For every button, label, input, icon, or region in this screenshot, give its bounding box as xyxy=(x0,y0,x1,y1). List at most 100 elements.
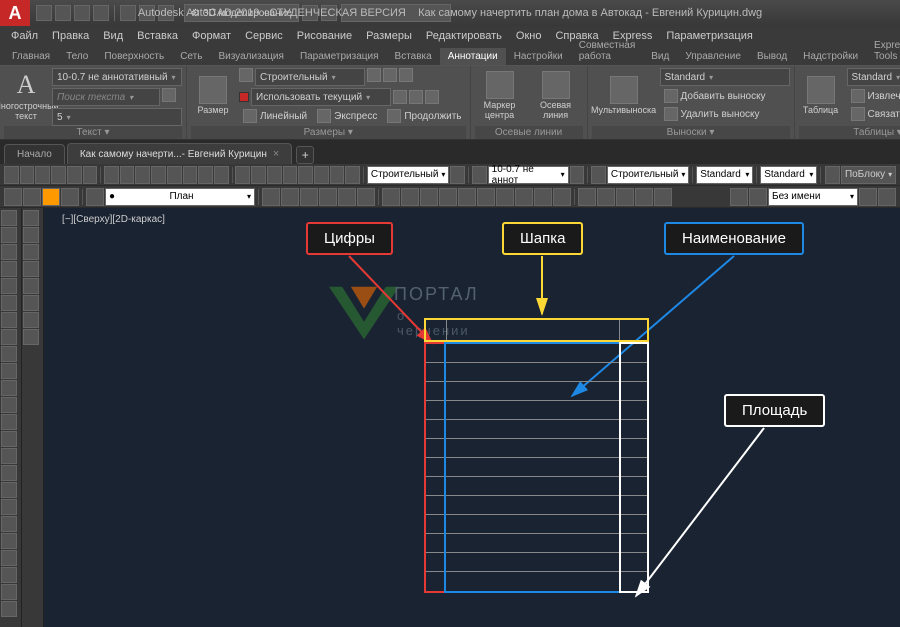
sun-icon[interactable] xyxy=(42,188,60,206)
tb2-btn[interactable] xyxy=(477,188,495,206)
tb2-btn[interactable] xyxy=(439,188,457,206)
tb2-btn[interactable] xyxy=(635,188,653,206)
tb1-btn[interactable] xyxy=(267,166,282,184)
express-button[interactable]: Экспресс xyxy=(313,108,381,124)
abc-icon[interactable] xyxy=(162,88,176,102)
dim-opt3-icon[interactable] xyxy=(399,68,413,82)
tb2-btn[interactable] xyxy=(458,188,476,206)
table-style-dropdown[interactable]: Standard xyxy=(847,68,900,86)
tab-insert[interactable]: Вставка xyxy=(387,48,440,65)
ltb2-btn[interactable] xyxy=(23,278,39,294)
menu-draw[interactable]: Рисование xyxy=(290,28,359,44)
tb2-btn[interactable] xyxy=(61,188,79,206)
tb2-btn[interactable] xyxy=(4,188,22,206)
layer-dropdown[interactable]: ●План xyxy=(105,188,255,206)
qat-save-icon[interactable] xyxy=(74,5,90,21)
ltb-btn[interactable] xyxy=(1,397,17,413)
menu-modify[interactable]: Редактировать xyxy=(419,28,509,44)
tb1-btn[interactable] xyxy=(183,166,198,184)
dim-opt4-icon[interactable] xyxy=(393,90,407,104)
dim-opt2-icon[interactable] xyxy=(383,68,397,82)
viewport-label[interactable]: [−][Сверху][2D-каркас] xyxy=(58,212,169,227)
ltb-btn[interactable] xyxy=(1,210,17,226)
ltb-btn[interactable] xyxy=(1,346,17,362)
ltb-btn[interactable] xyxy=(1,380,17,396)
tab-view[interactable]: Вид xyxy=(643,48,677,65)
tb1-btn[interactable] xyxy=(591,166,606,184)
ltb-btn[interactable] xyxy=(1,465,17,481)
tb1-btn[interactable] xyxy=(51,166,66,184)
tb2-btn[interactable] xyxy=(262,188,280,206)
ltb-btn[interactable] xyxy=(1,601,17,617)
ltb-btn[interactable] xyxy=(1,499,17,515)
tb1-btn[interactable] xyxy=(35,166,50,184)
tb2-btn[interactable] xyxy=(730,188,748,206)
ltb2-btn[interactable] xyxy=(23,295,39,311)
tb2-btn[interactable] xyxy=(300,188,318,206)
ltb2-btn[interactable] xyxy=(23,227,39,243)
ltb-btn[interactable] xyxy=(1,329,17,345)
dd-std2[interactable]: Standard xyxy=(760,166,817,184)
tb1-btn[interactable] xyxy=(198,166,213,184)
tab-manage[interactable]: Управление xyxy=(677,48,749,65)
extract-data-button[interactable]: Извлечение данн xyxy=(847,88,900,104)
dd-textstyle[interactable]: 10-0.7 не аннот xyxy=(488,166,569,184)
tb2-btn[interactable] xyxy=(553,188,571,206)
tb1-btn[interactable] xyxy=(104,166,119,184)
text-style-dropdown[interactable]: 10-0.7 не аннотативный xyxy=(52,68,182,86)
tab-collaborate[interactable]: Совместная работа xyxy=(571,37,644,65)
start-tab[interactable]: Начало xyxy=(4,144,65,164)
tab-annotate[interactable]: Аннотации xyxy=(440,48,506,65)
tb1-btn[interactable] xyxy=(83,166,98,184)
dd-block[interactable]: ПоБлоку xyxy=(841,166,896,184)
ltb2-btn[interactable] xyxy=(23,261,39,277)
ltb-btn[interactable] xyxy=(1,363,17,379)
ltb-btn[interactable] xyxy=(1,244,17,260)
ltb-btn[interactable] xyxy=(1,550,17,566)
ltb-btn[interactable] xyxy=(1,533,17,549)
text-height-dropdown[interactable]: 5 xyxy=(52,108,182,126)
close-tab-icon[interactable]: × xyxy=(273,148,279,160)
link-data-button[interactable]: Связать данные xyxy=(847,106,900,122)
drawing-canvas[interactable]: [−][Сверху][2D-каркас] ПОРТАЛ о черчении… xyxy=(44,208,900,627)
tab-solid[interactable]: Тело xyxy=(58,48,96,65)
remove-leader-button[interactable]: Удалить выноску xyxy=(660,106,790,122)
multileader-button[interactable]: Мультивыноска xyxy=(592,68,656,124)
tb2-btn[interactable] xyxy=(319,188,337,206)
qat-open-icon[interactable] xyxy=(55,5,71,21)
tb2-btn[interactable] xyxy=(281,188,299,206)
ltb2-btn[interactable] xyxy=(23,210,39,226)
centerline-button[interactable]: Осевая линия xyxy=(529,68,583,124)
ltb-btn[interactable] xyxy=(1,261,17,277)
tab-surface[interactable]: Поверхность xyxy=(96,48,172,65)
tab-express[interactable]: Express Tools xyxy=(866,37,900,65)
tb1-btn[interactable] xyxy=(472,166,487,184)
tb1-btn[interactable] xyxy=(135,166,150,184)
ltb-btn[interactable] xyxy=(1,278,17,294)
qat-new-icon[interactable] xyxy=(36,5,52,21)
tb2-btn[interactable] xyxy=(878,188,896,206)
table-button[interactable]: Таблица xyxy=(799,68,843,124)
tb1-btn[interactable] xyxy=(151,166,166,184)
tab-mesh[interactable]: Сеть xyxy=(172,48,210,65)
use-current-dropdown[interactable]: Использовать текущий xyxy=(251,88,391,106)
tb1-btn[interactable] xyxy=(251,166,266,184)
tb1-btn[interactable] xyxy=(283,166,298,184)
ltb2-btn[interactable] xyxy=(23,329,39,345)
menu-view[interactable]: Вид xyxy=(96,28,130,44)
current-doc-tab[interactable]: Как самому начерти...- Евгений Курицин × xyxy=(67,143,292,164)
ltb-btn[interactable] xyxy=(1,516,17,532)
tb2-btn[interactable] xyxy=(382,188,400,206)
menu-format[interactable]: Формат xyxy=(185,28,238,44)
dim-opt5-icon[interactable] xyxy=(409,90,423,104)
menu-edit[interactable]: Правка xyxy=(45,28,96,44)
tab-addins[interactable]: Надстройки xyxy=(795,48,866,65)
tb2-btn[interactable] xyxy=(859,188,877,206)
tb2-btn[interactable] xyxy=(23,188,41,206)
app-logo[interactable]: A xyxy=(0,0,30,26)
dim-style-dropdown[interactable]: Строительный xyxy=(255,68,365,86)
ltb-btn[interactable] xyxy=(1,431,17,447)
tab-parametric[interactable]: Параметризация xyxy=(292,48,387,65)
tb2-btn[interactable] xyxy=(401,188,419,206)
tab-settings[interactable]: Настройки xyxy=(506,48,571,65)
